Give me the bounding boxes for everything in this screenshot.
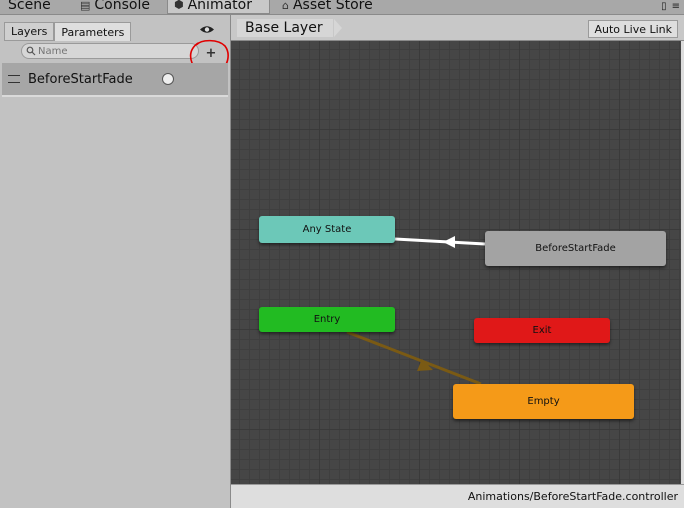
trigger-toggle[interactable] [162,73,174,85]
window-menu[interactable]: ▯ ≡ [661,1,680,12]
controller-path: Animations/BeforeStartFade.controller [467,490,678,503]
tab-asset-store-label: Asset Store [292,0,373,13]
state-before-start-fade[interactable]: BeforeStartFade [485,231,666,266]
state-empty[interactable]: Empty [453,384,634,419]
search-icon [26,46,36,56]
lock-icon[interactable]: ▯ [661,1,667,12]
menu-icon[interactable]: ≡ [672,1,680,12]
transition-anystate-to-beforestartfade[interactable] [394,237,486,246]
tab-console[interactable]: ▤ Console [74,0,156,14]
search-input[interactable] [38,45,178,57]
state-any-state-label: Any State [302,224,352,235]
tab-layers[interactable]: Layers [4,22,55,41]
left-panel: Layers Parameters + BeforeStartFade [0,15,231,508]
parameter-list: BeforeStartFade [2,63,228,97]
auto-live-link-button[interactable]: Auto Live Link [588,20,678,38]
tab-parameters[interactable]: Parameters [54,22,132,41]
console-icon: ▤ [80,0,91,12]
animator-graph-panel: Base Layer Auto Live Link Any State Befo… [231,15,684,508]
panel-tabs: Layers Parameters [4,22,132,41]
window-tab-bar: Scene ▤ Console ⬢ Animator ⌂ Asset Store… [0,0,684,15]
state-entry[interactable]: Entry [259,307,395,332]
state-empty-label: Empty [527,396,560,407]
animator-icon: ⬢ [174,0,184,11]
tab-animator[interactable]: ⬢ Animator [167,0,270,14]
default-transition-entry-to-empty[interactable] [346,330,482,386]
add-parameter-button[interactable]: + [202,45,220,61]
breadcrumb-arrow [334,19,342,37]
tab-animator-label: Animator [187,0,252,13]
parameter-row[interactable]: BeforeStartFade [2,69,228,89]
drag-handle-icon[interactable] [8,75,20,83]
breadcrumb[interactable]: Base Layer [237,19,333,37]
state-exit[interactable]: Exit [474,318,610,343]
tab-scene-label: Scene [8,0,51,13]
state-exit-label: Exit [532,325,552,336]
state-entry-label: Entry [313,314,341,325]
status-bar: Animations/BeforeStartFade.controller [231,484,684,508]
tab-console-label: Console [94,0,150,13]
tab-scene[interactable]: Scene [2,0,57,14]
state-any-state[interactable]: Any State [259,216,395,243]
transition-arrow-icon [443,236,455,248]
graph-header: Base Layer Auto Live Link [231,15,684,41]
asset-store-icon: ⌂ [282,0,289,12]
tab-asset-store[interactable]: ⌂ Asset Store [276,0,379,14]
state-machine-graph[interactable]: Any State BeforeStartFade Entry Exit Emp… [231,41,681,484]
state-before-start-fade-label: BeforeStartFade [535,243,616,254]
parameter-search[interactable] [21,43,199,59]
eye-icon[interactable] [199,24,215,35]
parameter-name[interactable]: BeforeStartFade [28,72,133,87]
